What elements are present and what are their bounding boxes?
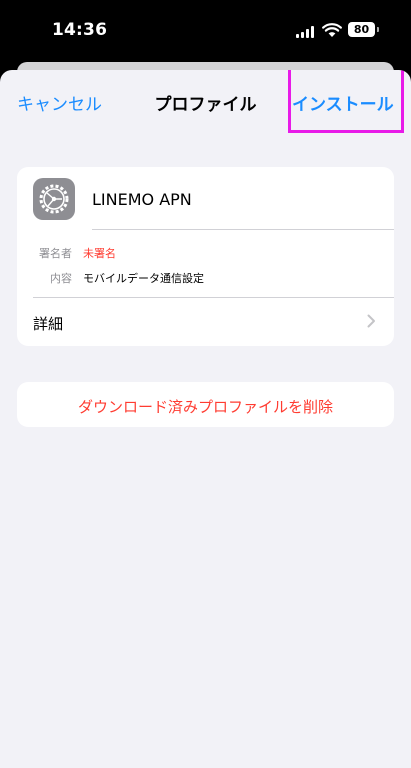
divider xyxy=(92,229,394,230)
delete-profile-label: ダウンロード済みプロファイルを削除 xyxy=(77,398,333,416)
wifi-icon xyxy=(322,23,342,37)
profile-sheet: キャンセル プロファイル インストール LINEMO APN 署名者 未署名 内… xyxy=(0,70,411,768)
battery-icon: 80 xyxy=(348,22,375,37)
install-highlight-box xyxy=(288,70,404,133)
content-label: 内容 xyxy=(50,272,72,285)
profile-card: LINEMO APN 署名者 未署名 内容 モバイルデータ通信設定 詳細 xyxy=(17,167,394,346)
status-time: 14:36 xyxy=(52,20,108,40)
delete-profile-button[interactable]: ダウンロード済みプロファイルを削除 xyxy=(17,382,394,427)
signal-icon xyxy=(296,26,316,38)
divider xyxy=(33,297,394,298)
content-value: モバイルデータ通信設定 xyxy=(83,272,204,285)
settings-gear-icon xyxy=(33,178,75,220)
details-row[interactable]: 詳細 xyxy=(33,313,63,334)
status-bar: 14:36 80 xyxy=(0,0,411,62)
signer-value: 未署名 xyxy=(83,247,116,260)
signer-label: 署名者 xyxy=(39,247,72,260)
battery-tip xyxy=(377,27,379,32)
chevron-right-icon xyxy=(367,314,375,328)
profile-name: LINEMO APN xyxy=(92,190,192,209)
